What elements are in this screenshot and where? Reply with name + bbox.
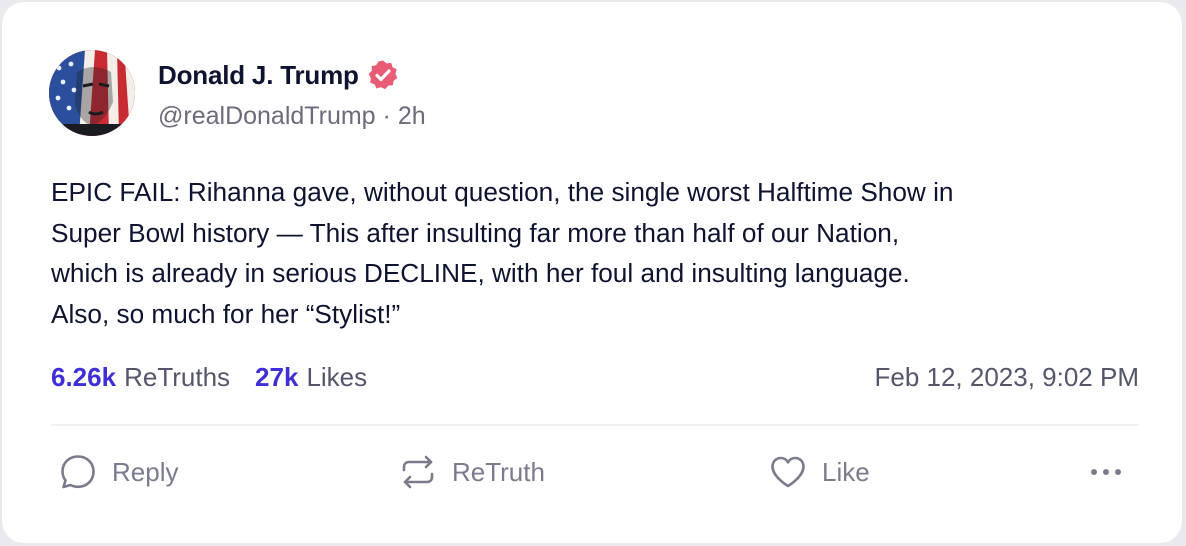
like-label: Like	[822, 456, 870, 487]
meta-separator: ·	[382, 102, 391, 130]
retruths-count: 6.26k	[51, 361, 117, 392]
avatar-image	[49, 50, 135, 136]
ellipsis-icon	[1086, 452, 1126, 492]
author-handle-row: @realDonaldTrump · 2h	[158, 102, 426, 131]
post-text-line: Super Bowl history — This after insultin…	[51, 217, 900, 248]
post-card: Donald J. Trump @realDonaldTrump · 2h EP…	[2, 2, 1182, 543]
retruth-icon	[398, 452, 438, 492]
reply-label: Reply	[112, 456, 179, 487]
divider	[51, 424, 1139, 426]
likes-label: Likes	[306, 361, 368, 392]
post-actions: Reply ReTruth Like	[2, 450, 1182, 494]
retruths-label: ReTruths	[124, 361, 231, 392]
reply-button[interactable]: Reply	[58, 450, 178, 494]
post-timestamp: Feb 12, 2023, 9:02 PM	[874, 361, 1139, 392]
post-text-line: which is already in serious DECLINE, wit…	[51, 258, 910, 288]
post-text-line: Also, so much for her “Stylist!”	[51, 298, 401, 329]
retruth-button[interactable]: ReTruth	[398, 450, 545, 494]
more-options-button[interactable]	[1086, 450, 1126, 494]
likes-count: 27k	[255, 361, 299, 392]
retruth-label: ReTruth	[452, 456, 545, 487]
likes-stat[interactable]: 27k Likes	[255, 362, 367, 393]
like-button[interactable]: Like	[768, 450, 870, 494]
verified-badge-icon	[367, 59, 399, 91]
post-stats: 6.26k ReTruths 27k Likes Feb 12, 2023, 9…	[51, 359, 1139, 395]
retruths-stat[interactable]: 6.26k ReTruths	[51, 362, 230, 393]
author-handle[interactable]: @realDonaldTrump	[158, 102, 376, 130]
post-time-ago[interactable]: 2h	[398, 102, 426, 130]
heart-icon	[768, 452, 808, 492]
reply-icon	[58, 452, 98, 492]
author-display-name[interactable]: Donald J. Trump	[158, 60, 359, 91]
avatar[interactable]	[49, 50, 135, 136]
author-name-row: Donald J. Trump	[158, 58, 399, 92]
post-body: EPIC FAIL: Rihanna gave, without questio…	[51, 172, 1151, 334]
post-text-line: EPIC FAIL: Rihanna gave, without questio…	[51, 177, 954, 207]
